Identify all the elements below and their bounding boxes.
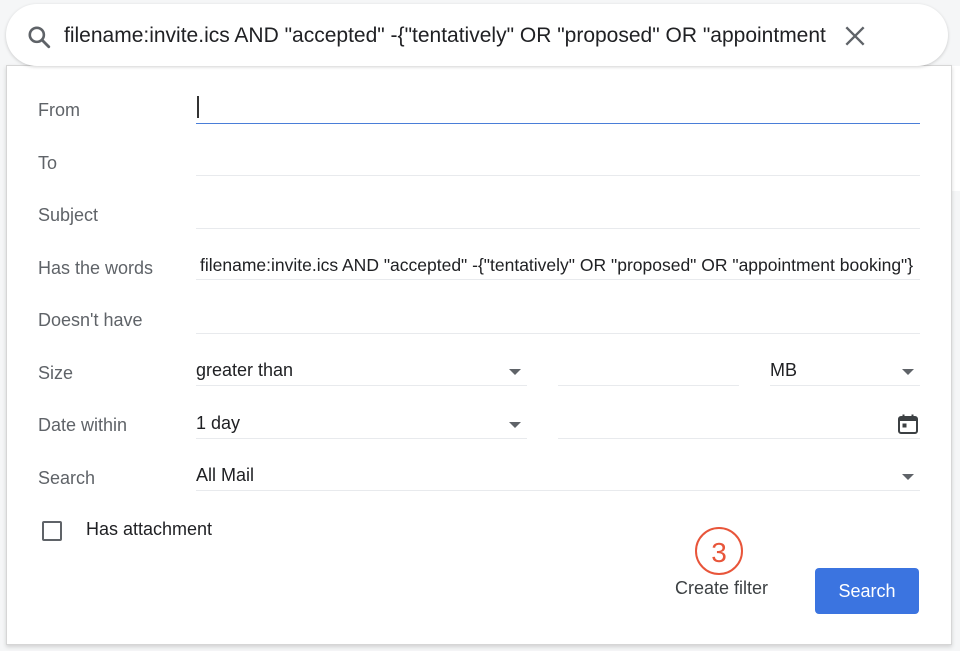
size-comparator-dropdown[interactable]: greater than (196, 355, 527, 386)
search-input[interactable]: filename:invite.ics AND "accepted" -{"te… (64, 22, 828, 50)
text-caret (197, 96, 199, 118)
has-words-label: Has the words (38, 258, 154, 278)
date-within-label: Date within (38, 415, 128, 435)
doesnt-have-field[interactable] (196, 303, 920, 334)
search-bar: filename:invite.ics AND "accepted" -{"te… (6, 4, 948, 66)
to-field[interactable] (196, 145, 920, 176)
dropdown-arrow-icon (902, 474, 914, 480)
search-in-dropdown[interactable]: All Mail (196, 460, 920, 491)
calendar-icon[interactable] (896, 412, 920, 436)
has-words-field[interactable]: filename:invite.ics AND "accepted" -{"te… (196, 250, 920, 280)
has-attachment-label[interactable]: Has attachment (86, 519, 212, 540)
search-icon[interactable] (26, 24, 52, 50)
subject-label: Subject (38, 205, 99, 225)
to-label: To (38, 153, 58, 173)
advanced-search-panel: From To Subject Has the words filename:i… (6, 65, 952, 645)
search-in-label: Search (38, 468, 96, 488)
size-unit-dropdown[interactable]: MB (770, 355, 920, 386)
search-button[interactable]: Search (815, 568, 919, 614)
size-label: Size (38, 363, 74, 383)
doesnt-have-label: Doesn't have (38, 310, 143, 330)
has-attachment-checkbox[interactable] (42, 521, 62, 541)
date-input[interactable] (558, 408, 920, 439)
size-comparator-value: greater than (196, 360, 294, 380)
create-filter-button[interactable]: Create filter (675, 578, 768, 599)
search-in-value: All Mail (196, 465, 255, 485)
has-words-value: filename:invite.ics AND "accepted" -{"te… (200, 255, 914, 275)
from-label: From (38, 100, 80, 120)
dropdown-arrow-icon (902, 369, 914, 375)
subject-field[interactable] (196, 198, 920, 229)
size-value-input[interactable] (558, 355, 739, 386)
date-range-dropdown[interactable]: 1 day (196, 408, 527, 439)
size-unit-value: MB (770, 360, 797, 380)
from-field[interactable] (196, 93, 920, 124)
close-icon[interactable] (842, 23, 868, 49)
dropdown-arrow-icon (509, 422, 521, 428)
step-annotation-badge: 3 (695, 527, 743, 575)
dropdown-arrow-icon (509, 369, 521, 375)
date-range-value: 1 day (196, 413, 241, 433)
